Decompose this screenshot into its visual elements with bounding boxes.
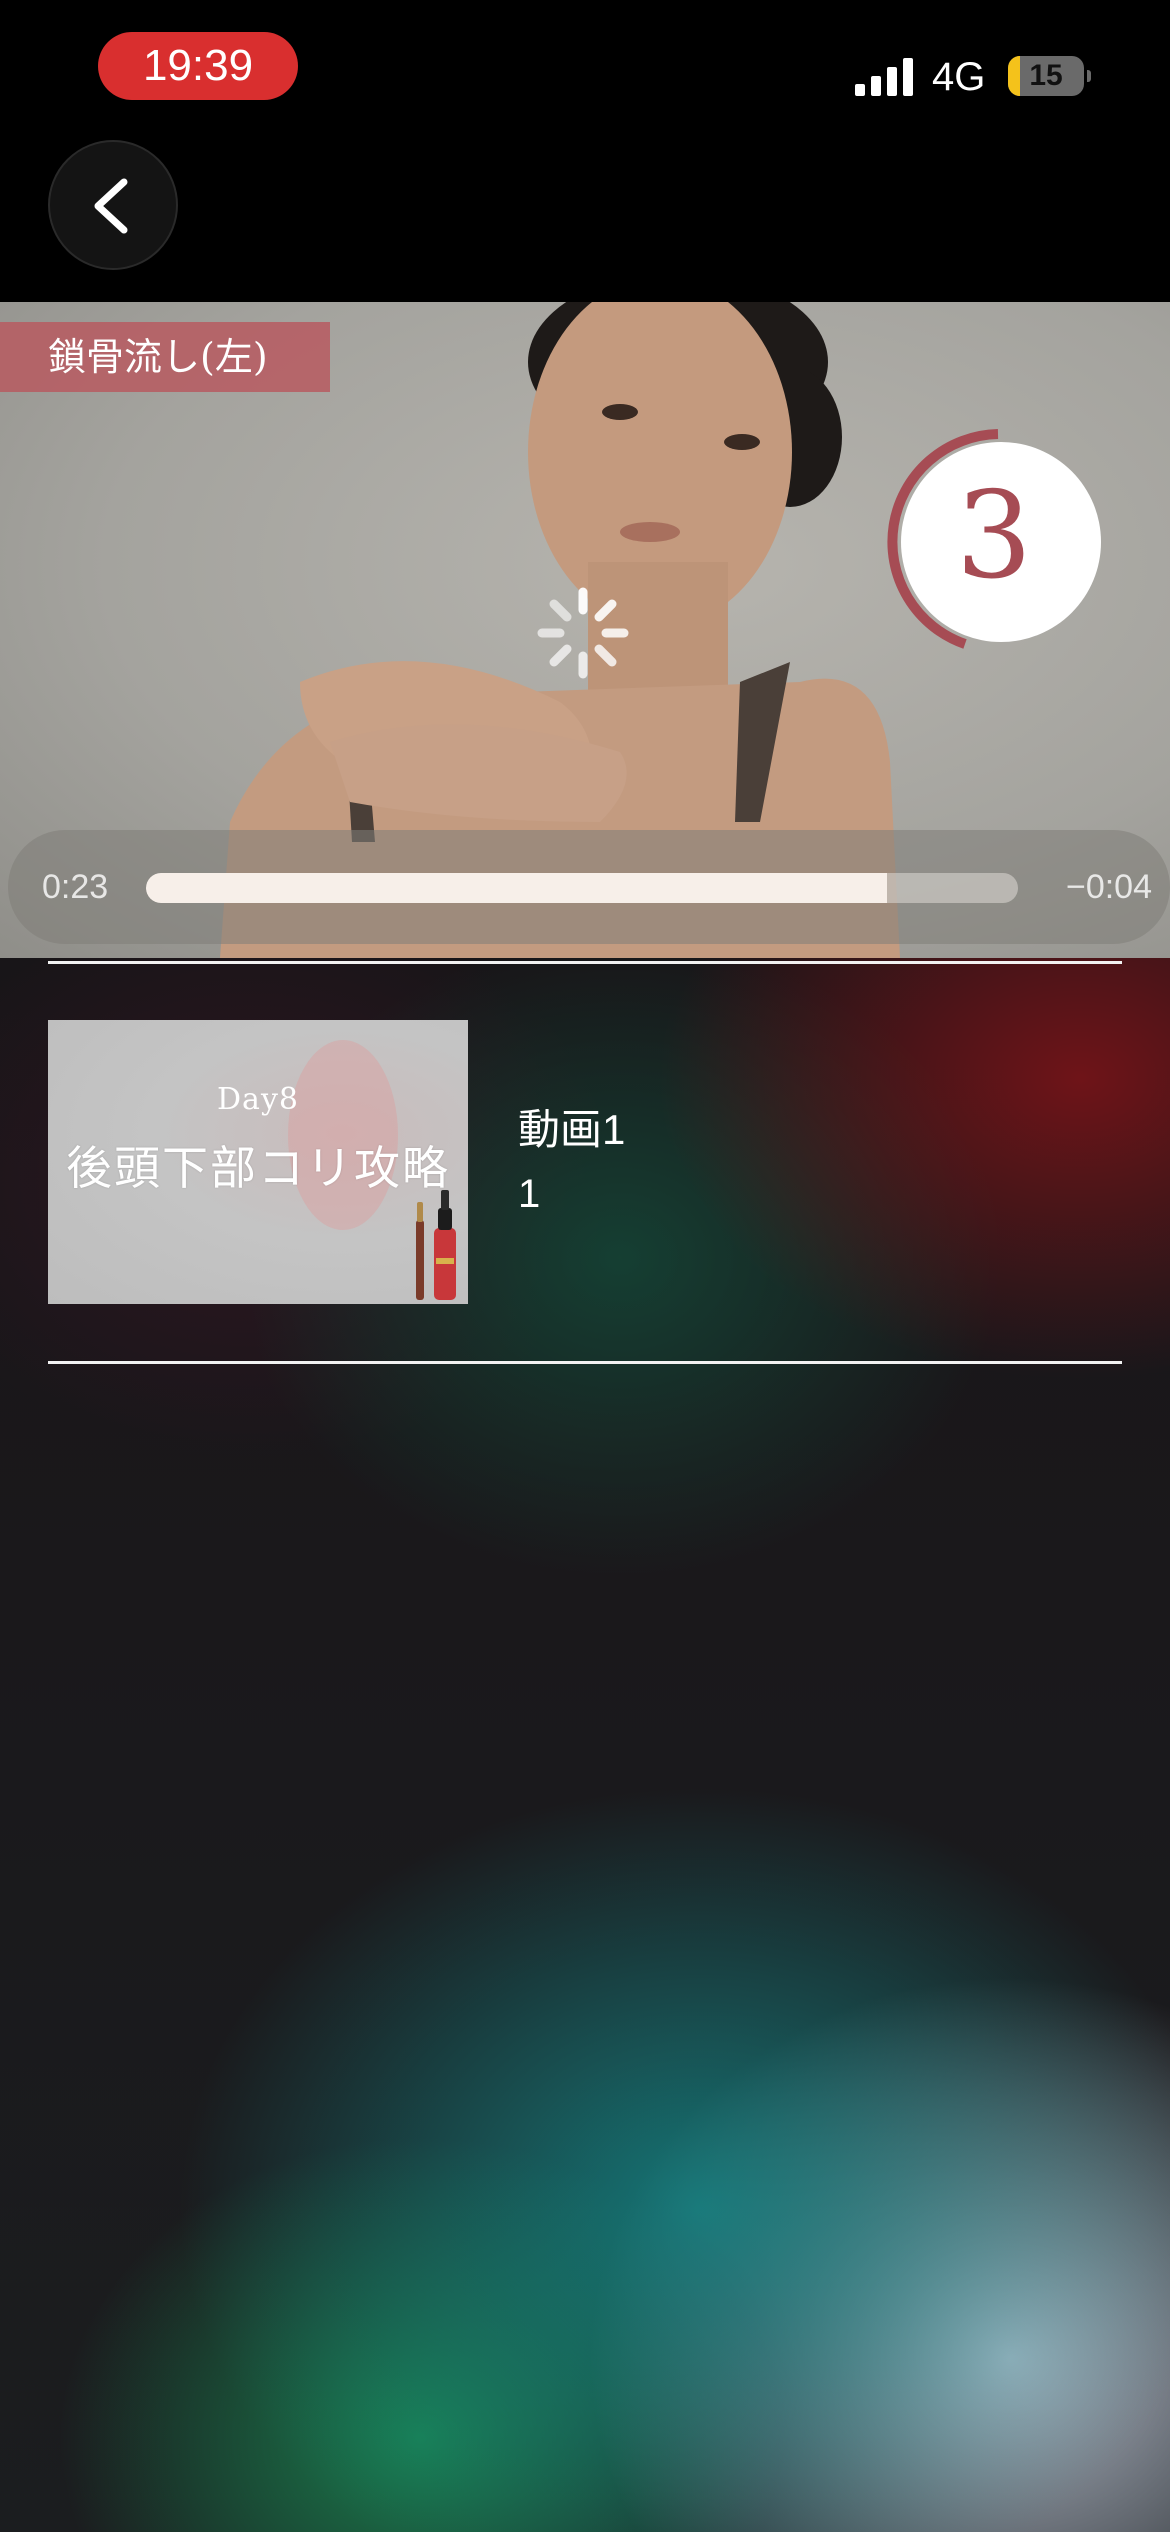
status-time: 19:39 [98, 32, 298, 100]
countdown-timer: 3 [886, 429, 1102, 645]
progress-fill [146, 873, 888, 903]
countdown-number: 3 [955, 467, 1033, 606]
signal-icon [855, 58, 913, 96]
battery-icon: 15 [1008, 56, 1084, 96]
battery-percent: 15 [1029, 59, 1063, 92]
video-player-screen: 19:39 4G 15 鎖骨流し(左) 3 0:23 −0:04 Day8 後頭… [0, 0, 1170, 2532]
video-player[interactable]: 鎖骨流し(左) 3 0:23 −0:04 [0, 302, 1170, 958]
playlist-item[interactable]: Day8 後頭下部コリ攻略 動画1 1 [48, 1020, 1122, 1304]
divider-bottom [48, 1361, 1122, 1364]
playlist-area: Day8 後頭下部コリ攻略 動画1 1 [0, 958, 1170, 2532]
back-button[interactable] [48, 140, 178, 270]
divider-top [48, 961, 1122, 964]
time-elapsed: 0:23 [42, 868, 109, 906]
chevron-left-icon [94, 178, 128, 234]
loading-spinner-icon [537, 587, 629, 679]
video-thumbnail: Day8 後頭下部コリ攻略 [48, 1020, 468, 1304]
item-subtitle: 1 [518, 1172, 541, 1216]
network-type: 4G [932, 55, 986, 99]
product-bottle-icon [416, 1190, 456, 1300]
battery-tip [1087, 70, 1091, 82]
thumbnail-title: 後頭下部コリ攻略 [66, 1141, 450, 1195]
playback-controls: 0:23 −0:04 [8, 830, 1170, 944]
thumbnail-day: Day8 [217, 1082, 299, 1117]
time-remaining: −0:04 [1065, 868, 1152, 906]
header [0, 140, 1170, 302]
progress-scrubber[interactable] [146, 873, 1018, 903]
exercise-label: 鎖骨流し(左) [0, 322, 330, 392]
item-title: 動画1 [518, 1106, 626, 1153]
status-bar: 19:39 4G 15 [0, 0, 1170, 140]
